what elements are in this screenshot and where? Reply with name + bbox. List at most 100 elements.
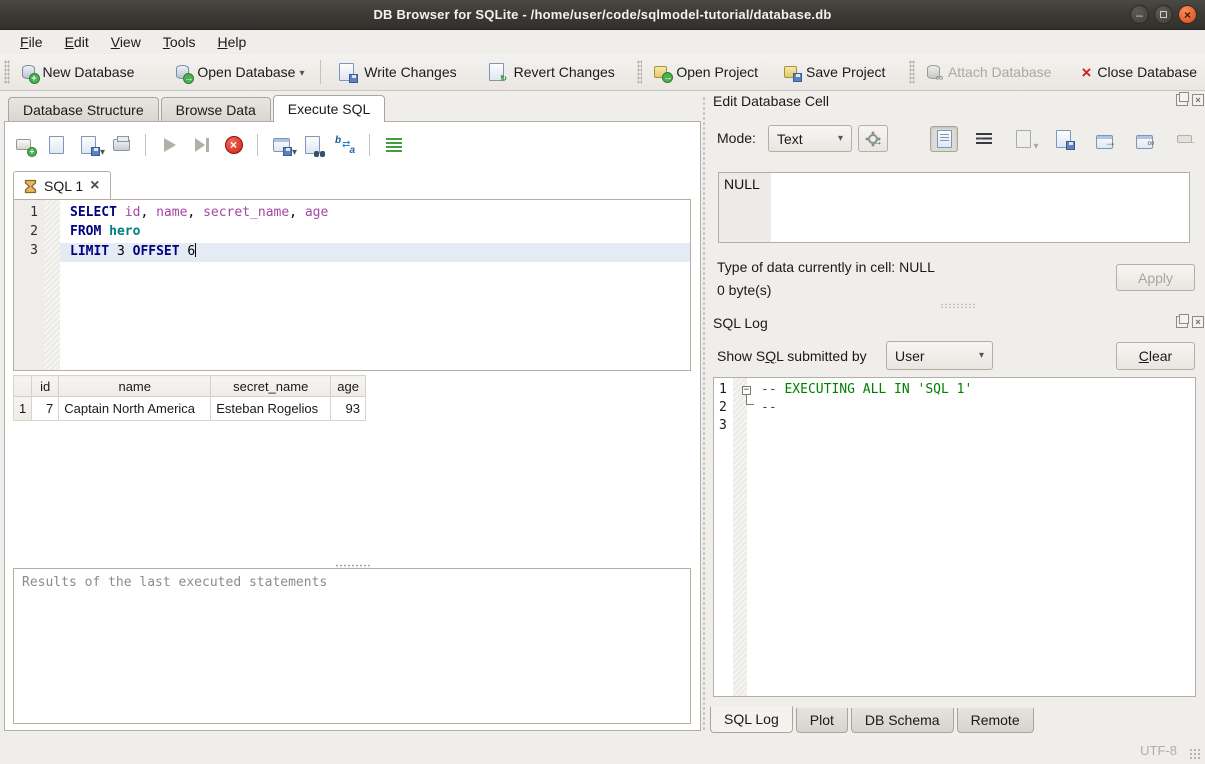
apply-button[interactable]: Apply [1116, 264, 1195, 291]
column-header-secret-name[interactable]: secret_name [211, 376, 331, 397]
mode-label: Mode: [717, 130, 756, 146]
cell-age[interactable]: 93 [331, 397, 366, 421]
format-sql-button[interactable] [383, 135, 404, 156]
edit-cell-dock-title: Edit Database Cell [713, 93, 829, 109]
new-database-button[interactable]: + New Database [14, 60, 143, 85]
execute-all-button[interactable] [159, 135, 180, 156]
close-button[interactable]: × [1178, 5, 1197, 24]
export-data-button[interactable] [1050, 126, 1078, 152]
tab-database-structure[interactable]: Database Structure [8, 97, 159, 122]
mode-select[interactable]: Text ▾ [768, 125, 852, 152]
sql-code-editor[interactable]: 1 2 3 SELECT id, name, secret_name, age … [13, 199, 691, 371]
toolbar-grip[interactable] [637, 60, 643, 84]
find-button[interactable] [303, 135, 324, 156]
gear-icon: → [868, 134, 878, 144]
maximize-button[interactable] [1154, 5, 1173, 24]
plus-icon: + [27, 147, 37, 157]
resize-grip[interactable] [1189, 748, 1201, 760]
clear-log-button[interactable]: Clear [1116, 342, 1195, 370]
execution-log-placeholder: Results of the last executed statements [22, 575, 327, 590]
copy-link-button[interactable]: ∞ [1130, 126, 1158, 152]
close-dock-icon[interactable]: × [1192, 94, 1204, 106]
export-icon [283, 147, 292, 156]
tab-browse-data[interactable]: Browse Data [161, 97, 271, 122]
hourglass-icon [24, 179, 37, 194]
write-changes-icon [337, 62, 358, 83]
maximize-icon [1160, 11, 1167, 18]
title-bar[interactable]: DB Browser for SQLite - /home/user/code/… [0, 0, 1205, 30]
open-external-button[interactable]: → [1090, 126, 1118, 152]
column-header-age[interactable]: age [331, 376, 366, 397]
close-dock-icon[interactable]: × [1192, 316, 1204, 328]
menu-file[interactable]: File [10, 32, 53, 52]
dock-splitter-handle[interactable] [940, 303, 976, 308]
tab-execute-sql[interactable]: Execute SQL [273, 95, 386, 122]
open-sql-file-button[interactable] [47, 135, 68, 156]
cell-value-editor[interactable]: NULL [718, 172, 1190, 243]
dock-tab-db-schema[interactable]: DB Schema [851, 708, 954, 733]
menu-view[interactable]: View [101, 32, 151, 52]
dock-tab-sql-log[interactable]: SQL Log [710, 706, 793, 733]
table-row: 1 7 Captain North America Esteban Rogeli… [14, 397, 366, 421]
sql-text[interactable]: SELECT id, name, secret_name, age FROM h… [60, 200, 690, 370]
cell-id[interactable]: 7 [32, 397, 59, 421]
toolbar-grip[interactable] [909, 60, 915, 84]
open-project-button[interactable]: → Open Project [646, 60, 766, 84]
text-view-toggle-button[interactable] [930, 126, 958, 152]
execute-current-line-button[interactable] [191, 135, 212, 156]
binoculars-icon [314, 151, 325, 157]
text-lines-icon [940, 134, 949, 142]
sql-line: SELECT id, name, secret_name, age [60, 205, 690, 224]
execution-log-box[interactable]: Results of the last executed statements [13, 568, 691, 724]
dock-splitter[interactable] [702, 96, 706, 731]
toolbar-grip[interactable] [4, 60, 10, 84]
print-button[interactable] [111, 135, 132, 156]
log-line: -- [747, 400, 1195, 418]
word-wrap-button[interactable] [970, 126, 998, 152]
play-to-end-icon [206, 138, 209, 152]
cell-secret-name[interactable]: Esteban Rogelios [211, 397, 331, 421]
window-title: DB Browser for SQLite - /home/user/code/… [373, 7, 831, 22]
menu-edit[interactable]: Edit [55, 32, 99, 52]
sql-log-view[interactable]: 1 2 3 − -- EXECUTING ALL IN 'SQL 1' -- [713, 377, 1196, 697]
export-results-button[interactable]: ▾ [271, 135, 292, 156]
stop-execution-button[interactable]: × [223, 135, 244, 156]
save-project-icon [784, 64, 800, 80]
float-dock-icon[interactable] [1176, 94, 1188, 106]
sql-log-filter-select[interactable]: User ▾ [886, 341, 993, 370]
open-database-dropdown-icon[interactable]: ▾ [299, 68, 304, 81]
import-data-button[interactable]: ▾ [1010, 126, 1038, 152]
menu-tools[interactable]: Tools [153, 32, 206, 52]
replace-icon: ⇄ [342, 139, 350, 150]
revert-changes-button[interactable]: ↻ Revert Changes [479, 58, 623, 87]
results-grid[interactable]: id name secret_name age 1 7 Captain Nort… [13, 375, 366, 421]
column-header-name[interactable]: name [59, 376, 211, 397]
play-icon [164, 138, 176, 152]
column-header-id[interactable]: id [32, 376, 59, 397]
open-database-button[interactable]: → Open Database ▾ [168, 60, 312, 85]
close-tab-icon[interactable]: × [90, 178, 99, 194]
write-changes-button[interactable]: Write Changes [329, 58, 464, 87]
sql-document-tab[interactable]: SQL 1 × [13, 171, 111, 200]
arrow-right-icon: → [1105, 135, 1117, 149]
new-database-icon: + [22, 64, 37, 81]
set-null-button[interactable] [1170, 126, 1198, 152]
new-sql-tab-button[interactable]: + [15, 135, 36, 156]
dock-tab-plot[interactable]: Plot [796, 708, 848, 733]
find-replace-button[interactable]: ba⇄ [335, 135, 356, 156]
encoding-label: UTF-8 [1140, 743, 1177, 758]
fold-collapse-icon[interactable]: − [742, 386, 751, 395]
log-fold-margin [733, 378, 747, 696]
save-project-button[interactable]: Save Project [776, 60, 893, 84]
row-number[interactable]: 1 [14, 397, 32, 421]
dock-tab-remote[interactable]: Remote [957, 708, 1034, 733]
close-database-button[interactable]: × Close Database [1073, 60, 1205, 85]
save-sql-file-button[interactable]: ▾ [79, 135, 100, 156]
minimize-button[interactable]: – [1130, 5, 1149, 24]
menu-help[interactable]: Help [208, 32, 257, 52]
cell-name[interactable]: Captain North America [59, 397, 211, 421]
cell-type-info: Type of data currently in cell: NULL [717, 259, 935, 275]
attach-database-button[interactable]: ∞ Attach Database [919, 60, 1060, 85]
auto-switch-mode-button[interactable]: → [858, 125, 888, 152]
float-dock-icon[interactable] [1176, 316, 1188, 328]
